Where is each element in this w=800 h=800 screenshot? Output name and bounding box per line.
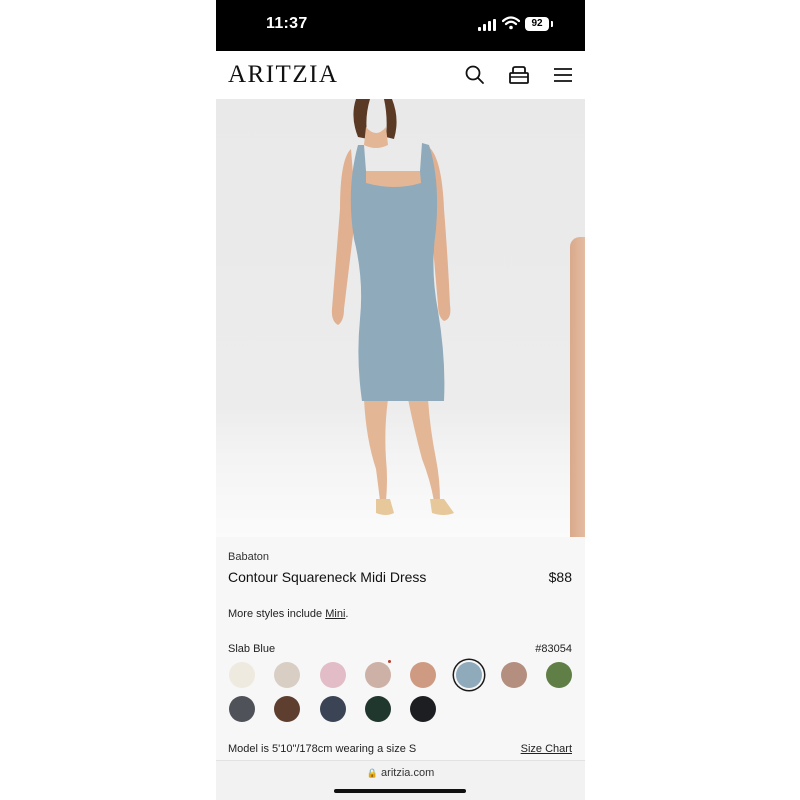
model-in-dress-photo bbox=[331, 99, 454, 515]
color-swatch[interactable] bbox=[274, 696, 301, 722]
color-swatch[interactable] bbox=[410, 696, 437, 722]
selected-color-name: Slab Blue bbox=[228, 643, 276, 655]
product-image[interactable] bbox=[216, 99, 585, 537]
product-price: $88 bbox=[548, 569, 572, 585]
search-icon[interactable] bbox=[463, 63, 487, 87]
color-swatch[interactable] bbox=[319, 662, 346, 688]
new-color-dot bbox=[388, 660, 391, 663]
more-styles-mini-link[interactable]: Mini bbox=[325, 608, 345, 620]
color-swatch[interactable] bbox=[229, 696, 255, 722]
color-swatch[interactable] bbox=[546, 662, 573, 688]
wifi-icon bbox=[502, 16, 520, 30]
site-header: ARITZIA bbox=[216, 51, 585, 99]
model-size-info: Model is 5'10"/178cm wearing a size S bbox=[228, 743, 417, 755]
url-text: aritzia.com bbox=[381, 767, 435, 779]
url-display[interactable]: 🔒 aritzia.com bbox=[216, 767, 585, 779]
color-swatch[interactable] bbox=[500, 662, 527, 688]
phone-screen: 11:37 92 ARITZIA Babaton Contour Squaren… bbox=[216, 0, 585, 800]
more-styles-text: More styles include Mini. bbox=[228, 608, 348, 620]
color-swatch[interactable] bbox=[364, 662, 391, 688]
product-brand[interactable]: Babaton bbox=[228, 551, 269, 563]
aritzia-logo[interactable]: ARITZIA bbox=[228, 61, 338, 89]
menu-icon[interactable] bbox=[551, 63, 575, 87]
product-sku: #83054 bbox=[535, 643, 572, 655]
battery-tip bbox=[551, 21, 553, 27]
status-bar: 11:37 92 bbox=[216, 0, 585, 51]
color-swatch[interactable] bbox=[319, 696, 346, 722]
more-styles-suffix: . bbox=[345, 608, 349, 620]
color-swatch[interactable] bbox=[455, 662, 482, 688]
size-chart-link[interactable]: Size Chart bbox=[521, 743, 572, 755]
product-name: Contour Squareneck Midi Dress bbox=[228, 569, 427, 585]
more-styles-prefix: More styles include bbox=[228, 608, 326, 620]
next-image-peek[interactable] bbox=[570, 237, 585, 537]
browser-url-bar[interactable]: 🔒 aritzia.com bbox=[216, 760, 585, 800]
product-info: Babaton Contour Squareneck Midi Dress $8… bbox=[216, 537, 585, 760]
color-swatch[interactable] bbox=[229, 662, 255, 688]
lock-icon: 🔒 bbox=[366, 768, 378, 778]
color-swatch[interactable] bbox=[410, 662, 437, 688]
status-time: 11:37 bbox=[266, 15, 308, 32]
color-swatch[interactable] bbox=[364, 696, 391, 722]
signal-icon bbox=[478, 19, 496, 31]
battery-icon: 92 bbox=[525, 17, 549, 31]
shopping-bag-icon[interactable] bbox=[507, 63, 531, 87]
color-swatch[interactable] bbox=[274, 662, 301, 688]
home-indicator[interactable] bbox=[334, 789, 466, 793]
